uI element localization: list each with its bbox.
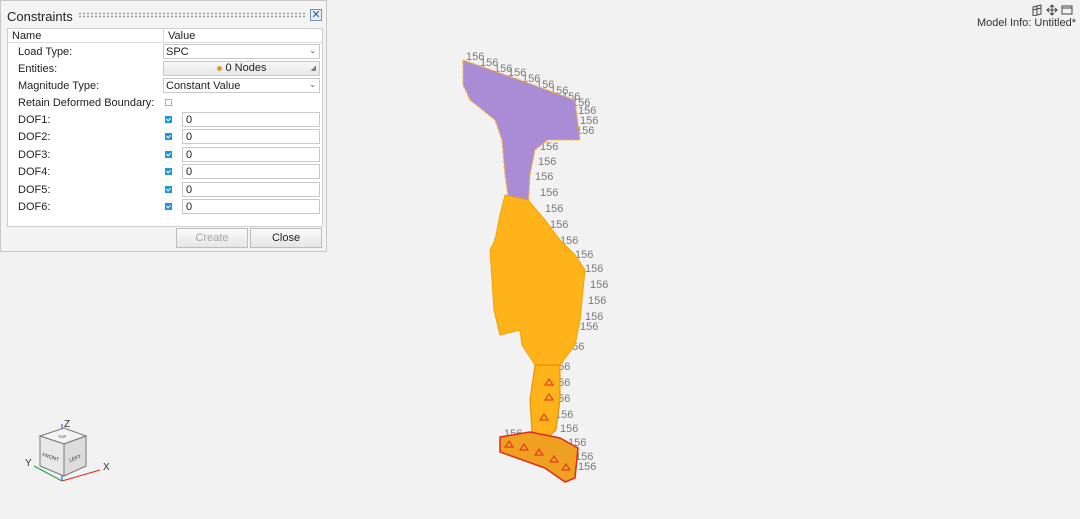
dof1-label: DOF1: [18, 114, 51, 126]
row-dof5: DOF5: 0 [8, 181, 322, 198]
dof5-value-input[interactable]: 0 [182, 182, 320, 197]
mesh-base-red [499, 431, 579, 483]
svg-text:156: 156 [550, 219, 568, 231]
axis-x-label: X [103, 462, 110, 473]
load-type-label: Load Type: [18, 46, 73, 58]
view-cube-icon[interactable]: FRONT LEFT TOP Z X Y [20, 418, 120, 488]
svg-text:156: 156 [585, 263, 603, 275]
row-dof4: DOF4: 0 [8, 163, 322, 180]
svg-text:156: 156 [540, 187, 558, 199]
node-icon [216, 66, 222, 71]
dof4-checkbox[interactable] [165, 168, 172, 175]
model-info-label: Model Info: Untitled* [976, 17, 1076, 29]
dof2-checkbox[interactable] [165, 133, 172, 140]
close-icon[interactable]: ✕ [310, 9, 322, 21]
view-cube[interactable]: FRONT LEFT TOP Z X Y [20, 418, 120, 488]
panel-title: Constraints [7, 9, 73, 24]
dof4-label: DOF4: [18, 166, 51, 178]
entities-selector-button[interactable]: 0 Nodes ◢ [163, 61, 320, 76]
row-dof1: DOF1: 0 [8, 111, 322, 128]
row-entities: Entities: 0 Nodes ◢ [8, 60, 322, 77]
panel-header[interactable]: Constraints ✕ [1, 1, 326, 29]
dof3-checkbox[interactable] [165, 151, 172, 158]
window-icon[interactable] [1061, 5, 1073, 15]
create-button[interactable]: Create [176, 228, 248, 248]
svg-text:156: 156 [535, 171, 553, 183]
dof6-label: DOF6: [18, 201, 51, 213]
cube-top-label: TOP [58, 434, 66, 439]
retain-deformed-label: Retain Deformed Boundary: [18, 97, 155, 109]
close-button[interactable]: Close [250, 228, 322, 248]
row-magnitude-type: Magnitude Type: Constant Value ⌄ [8, 77, 322, 94]
svg-text:156: 156 [588, 295, 606, 307]
column-name-header: Name [12, 30, 42, 42]
svg-text:156: 156 [590, 279, 608, 291]
svg-text:156: 156 [545, 203, 563, 215]
chevron-down-icon: ⌄ [309, 80, 316, 89]
axis-y-label: Y [25, 458, 32, 469]
row-dof3: DOF3: 0 [8, 146, 322, 163]
expand-corner-icon: ◢ [310, 65, 316, 72]
dof5-label: DOF5: [18, 184, 51, 196]
dof3-value-input[interactable]: 0 [182, 147, 320, 162]
row-dof2: DOF2: 0 [8, 128, 322, 145]
svg-text:156: 156 [580, 321, 598, 333]
magnitude-type-label: Magnitude Type: [18, 80, 100, 92]
column-value-header: Value [168, 30, 196, 42]
dof3-label: DOF3: [18, 149, 51, 161]
svg-text:156: 156 [578, 461, 596, 473]
dof1-value-input[interactable]: 0 [182, 112, 320, 127]
chevron-down-icon: ⌄ [309, 46, 316, 55]
magnitude-type-select[interactable]: Constant Value ⌄ [163, 78, 320, 93]
row-load-type: Load Type: SPC ⌄ [8, 43, 322, 60]
drag-handle[interactable] [78, 12, 306, 18]
move-icon[interactable] [1046, 4, 1058, 16]
svg-text:156: 156 [538, 156, 556, 168]
dof6-checkbox[interactable] [165, 203, 172, 210]
properties-grid: Name Value Load Type: SPC ⌄ Entities: 0 … [7, 28, 323, 227]
row-retain-deformed: Retain Deformed Boundary: [8, 94, 322, 111]
grid-icon[interactable] [1032, 4, 1042, 17]
dof2-value-input[interactable]: 0 [182, 129, 320, 144]
dof1-checkbox[interactable] [165, 116, 172, 123]
dof5-checkbox[interactable] [165, 186, 172, 193]
constraints-panel: Constraints ✕ Name Value Load Type: SPC … [0, 0, 327, 252]
entities-label: Entities: [18, 63, 58, 75]
axis-z-label: Z [64, 419, 70, 430]
dof2-label: DOF2: [18, 131, 51, 143]
dof4-value-input[interactable]: 0 [182, 164, 320, 179]
mesh-body-orange [489, 194, 586, 366]
dof6-value-input[interactable]: 0 [182, 199, 320, 214]
retain-deformed-checkbox[interactable] [165, 99, 172, 106]
row-dof6: DOF6: 0 [8, 198, 322, 215]
load-type-select[interactable]: SPC ⌄ [163, 44, 320, 59]
svg-text:156: 156 [560, 423, 578, 435]
mesh-neck-orange [529, 364, 561, 441]
